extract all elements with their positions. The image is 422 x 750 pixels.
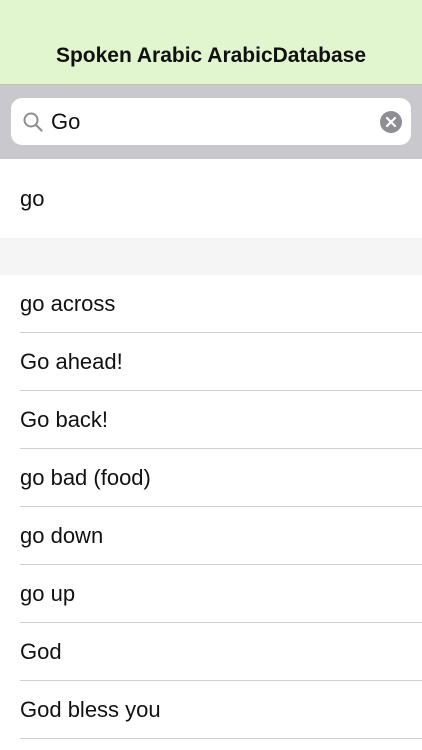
- search-bar: Go: [0, 85, 422, 159]
- list-item[interactable]: go across: [0, 275, 422, 333]
- list-item[interactable]: go: [0, 159, 422, 238]
- search-query-text[interactable]: Go: [51, 98, 80, 145]
- results-list: go go across Go ahead! Go back! go bad (…: [0, 159, 422, 739]
- navigation-bar: Spoken Arabic ArabicDatabase: [0, 0, 422, 85]
- list-item[interactable]: Go back!: [0, 391, 422, 449]
- row-separator: [20, 738, 422, 739]
- list-item[interactable]: God: [0, 623, 422, 681]
- list-item-label: go: [20, 185, 45, 211]
- list-item[interactable]: go bad (food): [0, 449, 422, 507]
- list-item-label: Go back!: [20, 407, 109, 432]
- page-title: Spoken Arabic ArabicDatabase: [55, 44, 367, 67]
- list-item-label: God bless you: [20, 697, 161, 722]
- list-item-label: go across: [20, 291, 116, 316]
- list-item-label: go down: [20, 523, 104, 548]
- section-divider: [0, 238, 422, 275]
- list-item[interactable]: God bless you: [0, 681, 422, 739]
- clear-icon[interactable]: [380, 111, 402, 133]
- list-item[interactable]: go down: [0, 507, 422, 565]
- list-item-label: go up: [20, 581, 76, 606]
- app-screen: Spoken Arabic ArabicDatabase Go go go ac…: [0, 0, 422, 750]
- list-item-label: go bad (food): [20, 465, 151, 490]
- list-item[interactable]: Go ahead!: [0, 333, 422, 391]
- list-item-label: God: [20, 639, 62, 664]
- search-icon: [23, 112, 43, 132]
- list-item[interactable]: go up: [0, 565, 422, 623]
- search-input[interactable]: Go: [11, 98, 411, 145]
- list-item-label: Go ahead!: [20, 349, 123, 374]
